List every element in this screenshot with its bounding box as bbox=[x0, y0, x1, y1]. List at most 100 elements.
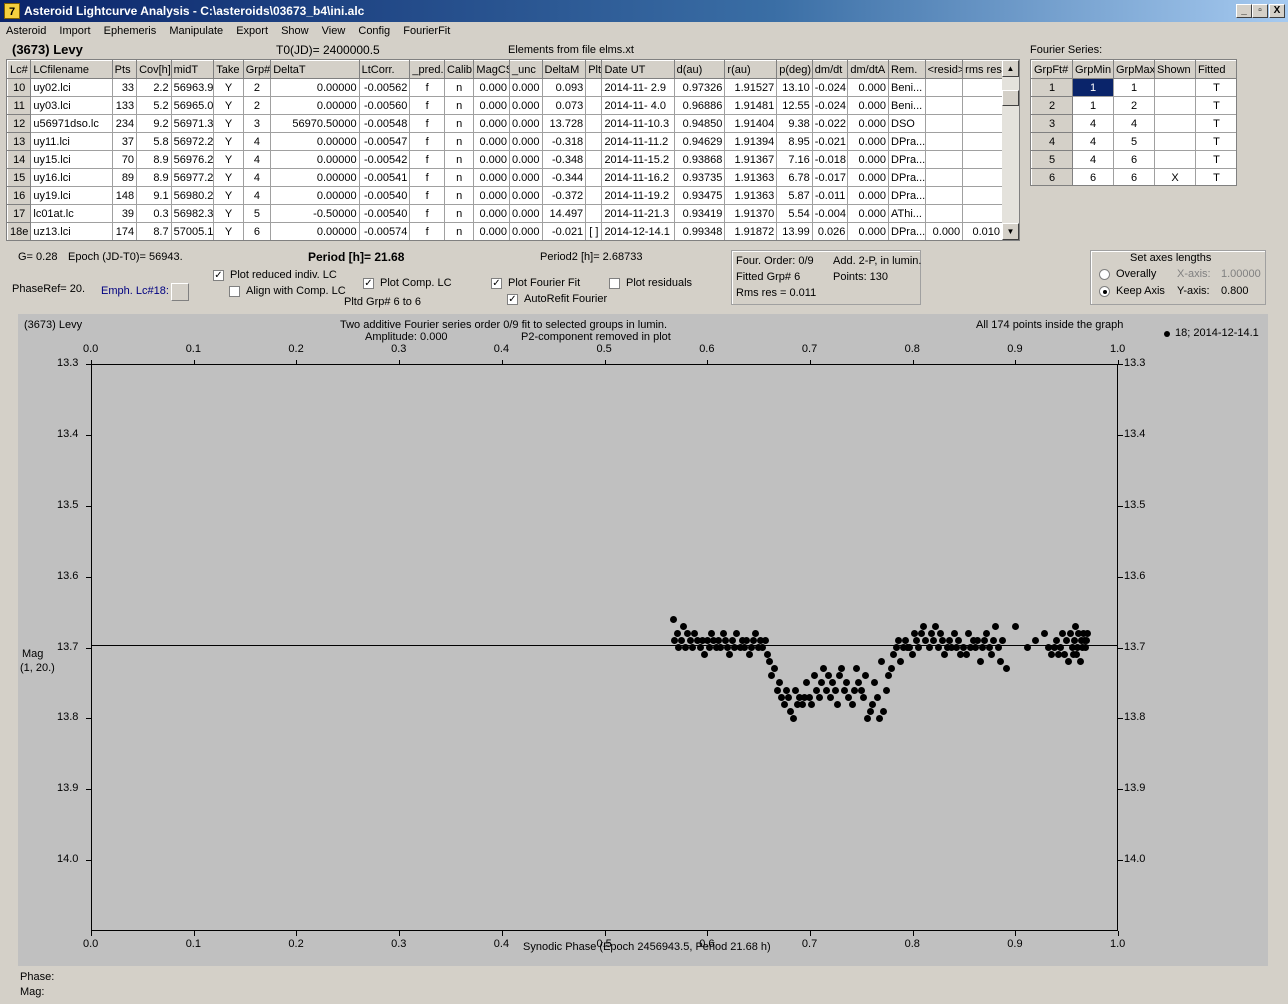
table-cell[interactable]: 37 bbox=[111, 132, 138, 151]
table-cell[interactable] bbox=[962, 168, 1003, 187]
menu-show[interactable]: Show bbox=[275, 23, 313, 37]
table-cell[interactable]: n bbox=[443, 186, 475, 205]
table-cell[interactable]: DSO bbox=[888, 114, 926, 133]
table-cell[interactable]: [ ] bbox=[585, 222, 603, 240]
row-header[interactable]: 15 bbox=[7, 168, 32, 187]
fourier-row[interactable]: 666XT bbox=[1031, 168, 1236, 185]
table-cell[interactable]: 0.000 bbox=[847, 114, 889, 133]
table-cell[interactable]: uz13.lci bbox=[30, 222, 113, 240]
table-cell[interactable]: 39 bbox=[111, 204, 138, 223]
table-cell[interactable] bbox=[924, 204, 964, 223]
plot-reduced-checkbox[interactable]: ✓ bbox=[213, 270, 224, 281]
table-cell[interactable] bbox=[962, 132, 1003, 151]
table-cell[interactable]: 0.93419 bbox=[673, 204, 726, 223]
table-cell[interactable]: 0.97326 bbox=[673, 78, 726, 97]
table-cell[interactable]: 0.93475 bbox=[673, 186, 726, 205]
table-cell[interactable]: AThi... bbox=[888, 204, 926, 223]
minimize-button[interactable]: _ bbox=[1236, 4, 1252, 18]
table-row[interactable]: 14 uy15.lci 70 8.9 56976.2 Y 4 0.00000 -0.00542 f… bbox=[7, 150, 1003, 169]
fourier-column-header[interactable]: Shown bbox=[1154, 60, 1196, 79]
table-cell[interactable]: Y bbox=[213, 114, 244, 133]
column-header[interactable]: Plt bbox=[585, 60, 603, 79]
table-cell[interactable]: n bbox=[443, 78, 475, 97]
table-cell[interactable]: Y bbox=[213, 168, 244, 187]
close-button[interactable]: X bbox=[1269, 4, 1285, 18]
table-cell[interactable]: Y bbox=[213, 222, 244, 240]
table-cell[interactable]: 7.16 bbox=[776, 150, 813, 169]
table-cell[interactable]: 2014-12-14.1 bbox=[601, 222, 675, 240]
table-cell[interactable]: 57005.1 bbox=[170, 222, 215, 240]
table-cell[interactable]: -0.017 bbox=[811, 168, 849, 187]
table-cell[interactable]: 0.000 bbox=[473, 132, 510, 151]
table-cell[interactable]: 0.000 bbox=[473, 114, 510, 133]
table-cell[interactable]: 2014-11-11.2 bbox=[601, 132, 675, 151]
table-cell[interactable]: 0.000 bbox=[473, 78, 510, 97]
table-cell[interactable]: n bbox=[443, 96, 475, 115]
fourier-cell[interactable] bbox=[1154, 150, 1196, 169]
table-cell[interactable]: 14.497 bbox=[541, 204, 587, 223]
table-cell[interactable]: Beni... bbox=[888, 78, 926, 97]
table-cell[interactable]: 9.38 bbox=[776, 114, 813, 133]
table-cell[interactable]: -0.372 bbox=[541, 186, 587, 205]
table-cell[interactable]: f bbox=[409, 96, 445, 115]
fourier-cell[interactable]: 4 bbox=[1072, 150, 1114, 169]
scroll-up-arrow-icon[interactable]: ▲ bbox=[1002, 60, 1019, 77]
table-cell[interactable]: -0.00540 bbox=[358, 204, 411, 223]
table-cell[interactable]: 8.9 bbox=[136, 168, 172, 187]
plot-fourier-checkbox[interactable]: ✓ bbox=[491, 278, 502, 289]
table-cell[interactable]: 0.3 bbox=[136, 204, 172, 223]
table-cell[interactable]: 148 bbox=[111, 186, 138, 205]
emph-lc-spinner[interactable] bbox=[171, 283, 189, 301]
table-cell[interactable]: 0.000 bbox=[473, 96, 510, 115]
fourier-cell[interactable]: T bbox=[1195, 78, 1236, 97]
fourier-cell[interactable]: 4 bbox=[1072, 132, 1114, 151]
fourier-cell[interactable]: T bbox=[1195, 114, 1236, 133]
table-cell[interactable]: 56965.0 bbox=[170, 96, 215, 115]
fourier-cell[interactable]: 4 bbox=[1113, 114, 1155, 133]
table-cell[interactable]: 0.000 bbox=[473, 150, 510, 169]
table-cell[interactable]: 0.000 bbox=[847, 78, 889, 97]
fourier-row-header[interactable]: 2 bbox=[1031, 96, 1073, 115]
row-header[interactable]: 14 bbox=[7, 150, 32, 169]
table-cell[interactable]: 12.55 bbox=[776, 96, 813, 115]
table-cell[interactable]: f bbox=[409, 168, 445, 187]
fourier-row[interactable]: 546 T bbox=[1031, 150, 1236, 169]
table-cell[interactable] bbox=[962, 114, 1003, 133]
table-cell[interactable]: 56976.2 bbox=[170, 150, 215, 169]
table-cell[interactable]: 1.91394 bbox=[724, 132, 778, 151]
fourier-cell[interactable]: 6 bbox=[1113, 168, 1155, 185]
table-cell[interactable]: 0.000 bbox=[924, 222, 964, 240]
table-cell[interactable]: 2 bbox=[242, 96, 272, 115]
table-cell[interactable]: 0.93868 bbox=[673, 150, 726, 169]
overally-radio[interactable] bbox=[1099, 269, 1110, 280]
table-cell[interactable]: 2014-11-19.2 bbox=[601, 186, 675, 205]
fourier-row[interactable]: 445T bbox=[1031, 132, 1236, 151]
table-cell[interactable]: 13.99 bbox=[776, 222, 813, 240]
table-row[interactable]: 15 uy16.lci 89 8.9 56977.2 Y 4 0.00000 -0.00541 f… bbox=[7, 168, 1003, 187]
table-cell[interactable]: -0.50000 bbox=[270, 204, 360, 223]
table-cell[interactable]: 5.54 bbox=[776, 204, 813, 223]
column-header[interactable]: Pts bbox=[111, 60, 138, 79]
table-cell[interactable]: -0.022 bbox=[811, 114, 849, 133]
table-cell[interactable] bbox=[585, 204, 603, 223]
table-cell[interactable]: 56982.3 bbox=[170, 204, 215, 223]
table-cell[interactable]: DPra... bbox=[888, 150, 926, 169]
table-cell[interactable]: -0.021 bbox=[811, 132, 849, 151]
table-cell[interactable]: 56963.9 bbox=[170, 78, 215, 97]
column-header[interactable]: dm/dtA bbox=[847, 60, 889, 79]
column-header[interactable]: DeltaM bbox=[541, 60, 587, 79]
table-cell[interactable]: -0.344 bbox=[541, 168, 587, 187]
table-cell[interactable]: -0.00548 bbox=[358, 114, 411, 133]
fourier-cell[interactable]: X bbox=[1154, 168, 1196, 185]
table-cell[interactable]: 0.94629 bbox=[673, 132, 726, 151]
table-cell[interactable] bbox=[962, 96, 1003, 115]
column-header[interactable]: Take bbox=[213, 60, 244, 79]
fourier-column-header[interactable]: GrpFt# bbox=[1031, 60, 1073, 79]
table-cell[interactable]: 1.91527 bbox=[724, 78, 778, 97]
table-cell[interactable]: -0.00540 bbox=[358, 186, 411, 205]
table-cell[interactable] bbox=[585, 78, 603, 97]
table-cell[interactable] bbox=[924, 114, 964, 133]
table-cell[interactable] bbox=[585, 186, 603, 205]
column-header[interactable]: Lc# bbox=[7, 60, 32, 79]
table-cell[interactable]: 0.00000 bbox=[270, 96, 360, 115]
